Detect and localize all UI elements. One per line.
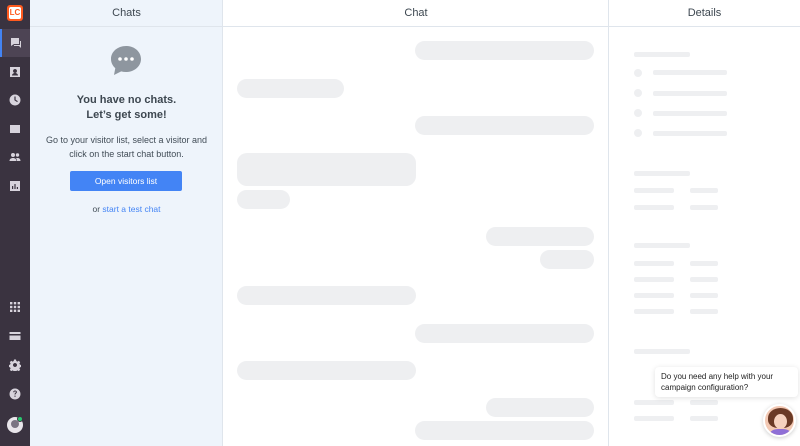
- detail-placeholder: [653, 131, 727, 136]
- detail-placeholder: [653, 91, 727, 96]
- avatar-face: [774, 414, 787, 429]
- empty-title-line2: Let’s get some!: [86, 109, 167, 121]
- detail-placeholder: [634, 293, 674, 298]
- message-placeholder: [237, 361, 416, 380]
- nav-help[interactable]: [0, 380, 30, 408]
- detail-placeholder: [690, 261, 718, 266]
- message-placeholder: [415, 41, 594, 60]
- message-placeholder: [415, 421, 594, 440]
- nav-settings[interactable]: [0, 351, 30, 379]
- message-placeholder: [486, 398, 594, 417]
- nav-archives[interactable]: [0, 86, 30, 114]
- nav-reports[interactable]: [0, 172, 30, 200]
- detail-placeholder: [634, 400, 674, 405]
- online-status-dot: [17, 416, 23, 422]
- chats-panel: Chats You have no chats. Let’s get some!…: [30, 0, 223, 446]
- or-text: or: [92, 204, 101, 214]
- message-placeholder: [415, 116, 594, 135]
- help-icon: [9, 388, 21, 400]
- grid-icon: [10, 302, 20, 312]
- chat-panel: Chat: [223, 0, 609, 446]
- detail-placeholder: [634, 171, 690, 176]
- help-agent-avatar[interactable]: [763, 404, 796, 437]
- nav-tickets[interactable]: [0, 115, 30, 143]
- nav-customers[interactable]: [0, 143, 30, 171]
- chart-icon: [10, 181, 20, 191]
- detail-placeholder: [690, 277, 718, 282]
- message-placeholder: [237, 79, 344, 98]
- help-message-popup[interactable]: Do you need any help with your campaign …: [655, 367, 798, 397]
- detail-placeholder: [690, 205, 718, 210]
- message-placeholder: [415, 324, 594, 343]
- people-icon: [9, 153, 21, 161]
- nav-billing[interactable]: [0, 322, 30, 350]
- detail-placeholder: [634, 261, 674, 266]
- message-placeholder: [237, 286, 416, 305]
- detail-placeholder: [690, 400, 718, 405]
- detail-placeholder: [634, 188, 674, 193]
- detail-placeholder-dot: [634, 69, 642, 77]
- detail-placeholder: [653, 111, 727, 116]
- detail-placeholder: [690, 309, 718, 314]
- contacts-icon: [10, 67, 20, 77]
- empty-state-title: You have no chats. Let’s get some!: [30, 93, 223, 123]
- chat-header: Chat: [223, 0, 609, 27]
- nav-apps[interactable]: [0, 293, 30, 321]
- detail-placeholder: [634, 309, 674, 314]
- gear-icon: [9, 359, 21, 371]
- detail-placeholder-dot: [634, 89, 642, 97]
- detail-placeholder-dot: [634, 129, 642, 137]
- test-chat-line: or start a test chat: [30, 204, 223, 214]
- app-logo[interactable]: LC: [7, 5, 23, 21]
- chats-header: Chats: [30, 0, 223, 27]
- detail-placeholder: [634, 52, 690, 57]
- detail-placeholder: [653, 70, 727, 75]
- card-icon: [9, 332, 21, 340]
- detail-placeholder: [634, 205, 674, 210]
- nav-visitors[interactable]: [0, 58, 30, 86]
- message-placeholder: [237, 153, 416, 186]
- detail-placeholder: [690, 188, 718, 193]
- detail-placeholder: [634, 243, 690, 248]
- message-placeholder: [486, 227, 594, 246]
- speech-bubble-icon: [111, 46, 141, 75]
- empty-title-line1: You have no chats.: [76, 94, 177, 106]
- nav-chats[interactable]: [0, 29, 30, 57]
- ticket-icon: [10, 125, 20, 133]
- detail-placeholder-dot: [634, 109, 642, 117]
- details-header: Details: [609, 0, 800, 27]
- detail-placeholder: [690, 293, 718, 298]
- clock-icon: [9, 94, 21, 106]
- nav-rail: LC: [0, 0, 30, 446]
- message-placeholder: [237, 190, 290, 209]
- message-placeholder: [540, 250, 594, 269]
- detail-placeholder: [690, 416, 718, 421]
- detail-placeholder: [634, 349, 690, 354]
- empty-state-description: Go to your visitor list, select a visito…: [45, 135, 208, 159]
- start-test-chat-link[interactable]: start a test chat: [102, 204, 160, 214]
- open-visitors-list-button[interactable]: Open visitors list: [70, 171, 182, 191]
- detail-placeholder: [634, 277, 674, 282]
- detail-placeholder: [634, 416, 674, 421]
- chat-icon: [11, 38, 21, 48]
